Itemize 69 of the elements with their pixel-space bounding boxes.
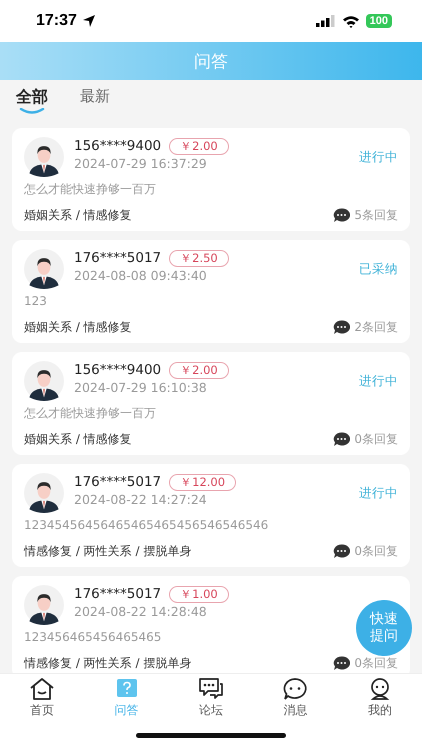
question-text: 12345456456465465465456546546546 — [24, 517, 268, 533]
reply-count: 0条回复 — [354, 543, 398, 559]
avatar-icon — [24, 585, 64, 625]
message-icon — [282, 677, 308, 701]
question-tags: 婚姻关系 / 情感修复 — [24, 319, 132, 335]
nav-label: 首页 — [30, 703, 54, 717]
user-phone: 176****5017 — [74, 249, 162, 267]
user-phone: 156****9400 — [74, 361, 162, 379]
location-arrow-icon — [82, 14, 96, 28]
question-tags: 婚姻关系 / 情感修复 — [24, 431, 132, 447]
signal-icon — [316, 15, 336, 27]
question-text: 123 — [24, 293, 47, 309]
post-time: 2024-08-22 14:27:24 — [74, 492, 207, 508]
post-time: 2024-07-29 16:37:29 — [74, 156, 207, 172]
avatar-icon — [24, 249, 64, 289]
post-time: 2024-08-22 14:28:48 — [74, 604, 207, 620]
question-text: 怎么才能快速挣够一百万 — [24, 405, 156, 421]
page-title: 问答 — [194, 50, 228, 72]
battery-level: 100 — [366, 14, 392, 28]
comment-icon — [333, 432, 350, 446]
question-tags: 情感修复 / 两性关系 / 摆脱单身 — [24, 655, 192, 671]
nav-label: 我的 — [368, 703, 392, 717]
question-text: 怎么才能快速挣够一百万 — [24, 181, 156, 197]
question-card[interactable]: 176****5017 ￥12.00 2024-08-22 14:27:24 进行中 12345456456465465465456546546546 情感修复 / 两性关系 / 摆脱单身 0条回复 — [12, 464, 410, 567]
avatar-icon — [24, 137, 64, 177]
question-tags: 情感修复 / 两性关系 / 摆脱单身 — [24, 543, 192, 559]
comment-icon — [333, 544, 350, 558]
nav-item[interactable]: 我的 — [338, 674, 422, 720]
question-card[interactable]: 156****9400 ￥2.00 2024-07-29 16:37:29 进行中 怎么才能快速挣够一百万 婚姻关系 / 情感修复 5条回复 — [12, 128, 410, 231]
question-status: 进行中 — [359, 485, 398, 502]
question-tags: 婚姻关系 / 情感修复 — [24, 207, 132, 223]
user-phone: 156****9400 — [74, 137, 162, 155]
wifi-icon — [342, 14, 360, 28]
avatar-icon — [24, 361, 64, 401]
reply-count: 5条回复 — [354, 207, 398, 223]
status-time: 17:37 — [36, 12, 77, 30]
comment-icon — [333, 320, 350, 334]
reply-count: 0条回复 — [354, 431, 398, 447]
user-phone: 176****5017 — [74, 473, 162, 491]
nav-label: 问答 — [114, 703, 139, 717]
question-status: 进行中 — [359, 149, 398, 166]
question-text: 123456465456465465 — [24, 629, 162, 645]
nav-label: 论坛 — [199, 703, 224, 717]
tab-underline-icon — [19, 108, 45, 114]
reward-tag: ￥2.00 — [169, 362, 229, 378]
reply-count: 2条回复 — [354, 319, 398, 335]
question-status: 进行中 — [359, 373, 398, 390]
home-icon — [29, 677, 56, 701]
comment-icon — [333, 656, 350, 670]
nav-label: 消息 — [283, 703, 308, 717]
avatar-icon — [24, 473, 64, 513]
forum-icon — [198, 677, 224, 701]
filter-tab[interactable]: 全部 — [16, 87, 48, 106]
reward-tag: ￥1.00 — [169, 586, 229, 602]
comment-icon — [333, 208, 350, 222]
user-phone: 176****5017 — [74, 585, 162, 603]
reply-count: 0条回复 — [354, 655, 398, 671]
post-time: 2024-07-29 16:10:38 — [74, 380, 207, 396]
nav-item[interactable]: 论坛 — [168, 674, 254, 720]
post-time: 2024-08-08 09:43:40 — [74, 268, 207, 284]
question-status: 已采纳 — [359, 261, 398, 278]
reward-tag: ￥12.00 — [169, 474, 236, 490]
nav-item[interactable]: 首页 — [0, 674, 84, 720]
nav-item[interactable]: 消息 — [253, 674, 338, 720]
question-card[interactable]: 176****5017 ￥2.50 2024-08-08 09:43:40 已采纳 123 婚姻关系 / 情感修复 2条回复 — [12, 240, 410, 343]
question-card[interactable]: 156****9400 ￥2.00 2024-07-29 16:10:38 进行中 怎么才能快速挣够一百万 婚姻关系 / 情感修复 0条回复 — [12, 352, 410, 455]
filter-tab[interactable]: 最新 — [80, 87, 110, 105]
reward-tag: ￥2.00 — [169, 138, 229, 154]
reward-tag: ￥2.50 — [169, 250, 229, 266]
